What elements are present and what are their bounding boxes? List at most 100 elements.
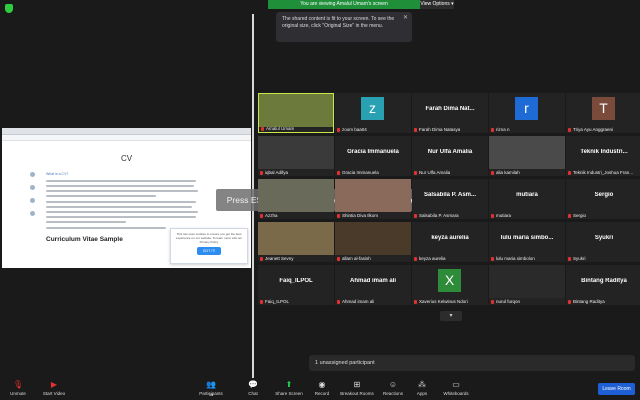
participant-display-name: keyza aurelia — [431, 235, 469, 241]
participant-name-label: Gracia Immanuela — [337, 170, 379, 175]
muted-mic-icon — [491, 127, 494, 132]
participant-display-name: Teknik Industri... — [580, 149, 628, 155]
participant-avatar: T — [592, 97, 615, 120]
doc-subtitle: What is a CV? — [46, 172, 69, 176]
participant-name-text: rizna n — [496, 127, 510, 132]
muted-mic-icon — [260, 256, 263, 261]
participant-tile[interactable]: Faiq_ILPOL Faiq_ILPOL — [258, 265, 334, 305]
participant-display-name: mutiara — [516, 192, 538, 198]
participant-tile[interactable]: allam al-fasish — [335, 222, 411, 262]
participant-display-name: Nur Ulfa Amalia — [427, 149, 473, 155]
participant-tile[interactable]: T Triya Ayu Anggraeni — [566, 93, 640, 133]
participant-name-text: Jeanett Sevny — [265, 256, 294, 261]
muted-mic-icon — [260, 213, 263, 218]
participant-name-label: Bintang Raditya — [568, 299, 605, 304]
participant-name-label: rizna n — [491, 127, 510, 132]
security-shield-icon[interactable] — [5, 4, 13, 13]
participant-name-label: Shintia Diva Ilkom — [337, 213, 378, 218]
participant-tile[interactable]: Shintia Diva Ilkom — [335, 179, 411, 219]
participant-name-label: iqbal Adifya — [260, 170, 288, 175]
participant-display-name: Syukri — [594, 235, 614, 241]
participant-name-label: mutiara — [491, 213, 511, 218]
participant-tile[interactable]: X Xaverius Kelwinus Ndori — [412, 265, 488, 305]
participant-name-text: Syukri — [573, 256, 586, 261]
muted-mic-icon — [414, 256, 417, 261]
close-icon[interactable]: ✕ — [403, 15, 408, 22]
participant-name-label: nurul furqon — [491, 299, 520, 304]
share-screen-button[interactable]: ⬆ Share Screen — [274, 380, 304, 396]
participant-name-label: zoom baa04 — [337, 127, 367, 132]
participant-tile[interactable]: alia kamilah — [489, 136, 565, 176]
browser-address-bar — [2, 135, 251, 141]
participant-name-text: Sergio — [573, 213, 587, 218]
zoom-window: You are viewing Amalul Umam's screen Vie… — [0, 0, 640, 400]
next-page-chevron-icon[interactable]: ▾ — [440, 311, 462, 321]
video-off-icon: ▶ — [50, 380, 58, 389]
participant-tile[interactable]: Syukri Syukri — [566, 222, 640, 262]
participants-button[interactable]: 👥36 Participants — [196, 380, 226, 397]
viewing-banner: You are viewing Amalul Umam's screen — [268, 0, 420, 9]
start-video-button[interactable]: ▶ Start Video — [40, 380, 68, 396]
participant-name-label: Salsabila P. Asmara — [414, 213, 459, 218]
whiteboards-button[interactable]: ▭ Whiteboards — [440, 380, 472, 396]
cookie-accept-button[interactable]: GOT IT! — [196, 247, 222, 255]
muted-mic-icon — [337, 256, 340, 261]
participant-tile[interactable]: keyza aurelia keyza aurelia — [412, 222, 488, 262]
participant-tile[interactable]: lulu maria simbo... lulu maria simbolon — [489, 222, 565, 262]
doc-body-text — [46, 180, 201, 232]
reactions-button[interactable]: ☺ Reactions — [380, 380, 406, 396]
participant-tile[interactable]: Farah Dima Nat... Farah Dima Natasya — [412, 93, 488, 133]
unassigned-participant-bar[interactable]: 1 unassigned participant — [309, 355, 635, 371]
unmute-button[interactable]: 🎙 Unmute — [6, 380, 30, 396]
participant-tile[interactable]: Teknik Industri... Teknik Industri_Joshua… — [566, 136, 640, 176]
participant-tile[interactable]: Bintang Raditya Bintang Raditya — [566, 265, 640, 305]
muted-mic-icon — [414, 299, 417, 304]
participant-tile[interactable]: z zoom baa04 — [335, 93, 411, 133]
browser-tab-bar — [2, 128, 251, 135]
participant-name-text: Azzha — [265, 213, 278, 218]
participant-tile[interactable]: r rizna n — [489, 93, 565, 133]
participant-display-name: Bintang Raditya — [581, 278, 627, 284]
participant-tile[interactable]: nurul furqon — [489, 265, 565, 305]
participant-tile[interactable]: Salsabila P. Asm... Salsabila P. Asmara — [412, 179, 488, 219]
participant-name-label: Nur Ulfa Amalia — [414, 170, 450, 175]
meeting-toolbar: 🎙 Unmute ▶ Start Video 👥36 Participants … — [0, 378, 640, 400]
participant-name-label: allam al-fasish — [337, 256, 371, 261]
participant-gallery: Amalul Umam z zoom baa04 Farah Dima Nat... F… — [258, 93, 640, 306]
participant-tile[interactable]: Nur Ulfa Amalia Nur Ulfa Amalia — [412, 136, 488, 176]
participant-name-text: Teknik Industri_Joshua Fran... — [573, 170, 634, 175]
participant-name-label: lulu maria simbolon — [491, 256, 535, 261]
apps-button[interactable]: ⁂ Apps — [414, 380, 430, 396]
participant-tile[interactable]: Sergio Sergio — [566, 179, 640, 219]
participant-video — [489, 265, 565, 298]
participant-tile[interactable]: Ahmad imam ali Ahmad imam ali — [335, 265, 411, 305]
muted-mic-icon — [491, 213, 494, 218]
breakout-rooms-button[interactable]: ⊞ Breakout Rooms — [338, 380, 376, 396]
participant-display-name: lulu maria simbo... — [500, 235, 554, 241]
leave-room-button[interactable]: Leave Room — [598, 383, 635, 395]
chat-button[interactable]: 💬 Chat — [244, 380, 262, 396]
participant-name-text: lulu maria simbolon — [496, 256, 535, 261]
participant-name-label: Teknik Industri_Joshua Fran... — [568, 170, 633, 175]
participant-display-name: Farah Dima Nat... — [425, 106, 475, 112]
view-options-label: View Options — [420, 1, 450, 7]
record-icon: ◉ — [318, 380, 326, 389]
muted-mic-icon — [491, 170, 494, 175]
participant-avatar: X — [438, 269, 461, 292]
participant-tile[interactable]: Gracia Immanuela Gracia Immanuela — [335, 136, 411, 176]
record-label: Record — [314, 391, 330, 396]
participant-tile[interactable]: Jeanett Sevny — [258, 222, 334, 262]
participant-tile[interactable]: iqbal Adifya — [258, 136, 334, 176]
view-options-button[interactable]: View Options ▾ — [420, 0, 454, 9]
muted-mic-icon — [491, 256, 494, 261]
participant-tile[interactable]: Azzha — [258, 179, 334, 219]
muted-mic-icon — [568, 299, 571, 304]
participant-video — [335, 222, 411, 255]
participant-video — [258, 222, 334, 255]
record-button[interactable]: ◉ Record — [312, 380, 332, 396]
muted-mic-icon — [568, 213, 571, 218]
chat-label: Chat — [248, 391, 258, 396]
participant-tile[interactable]: Amalul Umam — [258, 93, 334, 133]
participant-name-text: Triya Ayu Anggraeni — [573, 127, 614, 132]
participant-tile[interactable]: mutiara mutiara — [489, 179, 565, 219]
